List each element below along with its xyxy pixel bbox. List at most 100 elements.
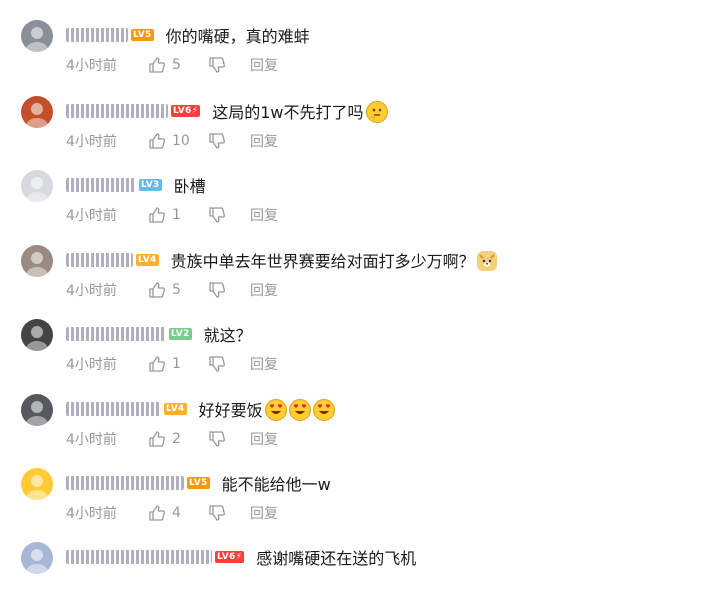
like-button[interactable]: 1 (148, 355, 208, 373)
doge-emoji-icon (476, 251, 497, 271)
thumbs-down-icon (208, 430, 232, 448)
comment-text: 能不能给他一w (221, 475, 331, 494)
like-count: 5 (172, 282, 181, 298)
like-count: 1 (172, 207, 181, 223)
comment-header: LV5 你的嘴硬，真的难蚌 (66, 22, 310, 48)
heart-eyes-emoji-icon (288, 399, 311, 421)
like-button[interactable]: 5 (148, 56, 208, 74)
user-level-badge: LV6⚡ (171, 105, 201, 117)
thumbs-down-icon (208, 504, 232, 522)
comment-meta: 4小时前 5 回复 (66, 54, 278, 76)
username-blurred[interactable] (66, 550, 212, 564)
comment-time: 4小时前 (66, 357, 117, 373)
reply-button[interactable]: 回复 (250, 429, 278, 449)
comment-item: LV2 就这？ 4小时前 1 回复 (0, 313, 702, 383)
user-level-badge: LV3 (139, 179, 162, 191)
thumbs-up-icon (148, 132, 172, 150)
like-button[interactable]: 4 (148, 504, 208, 522)
comment-item: LV5 能不能给他一w 4小时前 4 回复 (0, 462, 702, 532)
dislike-button[interactable] (208, 430, 250, 448)
like-button[interactable]: 5 (148, 281, 208, 299)
comment-text: 就这？ (203, 326, 252, 345)
comment-time: 4小时前 (66, 432, 117, 448)
like-count: 2 (172, 431, 181, 447)
comment-header: LV5 能不能给他一w (66, 470, 331, 496)
thumbs-down-icon (208, 132, 232, 150)
comment-meta: 4小时前 2 回复 (66, 428, 278, 450)
comment-item: LV5 你的嘴硬，真的难蚌 4小时前 5 回复 (0, 14, 702, 84)
comment-text: 这局的1w不先打了吗 (212, 99, 388, 123)
like-button[interactable]: 1 (148, 206, 208, 224)
dislike-button[interactable] (208, 56, 250, 74)
thumbs-up-icon (148, 281, 172, 299)
dislike-button[interactable] (208, 132, 250, 150)
reply-button[interactable]: 回复 (250, 354, 278, 374)
username-blurred[interactable] (66, 178, 136, 192)
comment-time: 4小时前 (66, 58, 117, 74)
reply-button[interactable]: 回复 (250, 205, 278, 225)
user-level-badge: LV6⚡ (215, 551, 245, 563)
username-blurred[interactable] (66, 327, 166, 341)
thumbs-down-icon (208, 355, 232, 373)
avatar[interactable] (21, 394, 53, 426)
thumbs-up-icon (148, 56, 172, 74)
comment-meta: 4小时前 1 回复 (66, 204, 278, 226)
like-button[interactable]: 2 (148, 430, 208, 448)
comment-item: LV4 好好要饭 4小时前 2 回复 (0, 388, 702, 458)
avatar[interactable] (21, 245, 53, 277)
thumbs-down-icon (208, 281, 232, 299)
like-count: 1 (172, 356, 181, 372)
thumbs-up-icon (148, 430, 172, 448)
comment-header: LV2 就这？ (66, 321, 252, 347)
dislike-button[interactable] (208, 281, 250, 299)
dislike-button[interactable] (208, 206, 250, 224)
reply-button[interactable]: 回复 (250, 280, 278, 300)
comment-item: LV4 贵族中单去年世界赛要给对面打多少万啊？ 4小时前 5 回复 (0, 239, 702, 309)
user-level-badge: LV5 (187, 477, 210, 489)
avatar[interactable] (21, 542, 53, 574)
comment-time: 4小时前 (66, 208, 117, 224)
avatar[interactable] (21, 96, 53, 128)
dislike-button[interactable] (208, 504, 250, 522)
comment-time: 4小时前 (66, 283, 117, 299)
avatar[interactable] (21, 468, 53, 500)
comment-list: LV5 你的嘴硬，真的难蚌 4小时前 5 回复 LV6⚡ 这局的1w不先打了吗 (0, 0, 702, 574)
avatar[interactable] (21, 20, 53, 52)
username-blurred[interactable] (66, 104, 168, 118)
dislike-button[interactable] (208, 355, 250, 373)
comment-text: 感谢嘴硬还在送的飞机 (256, 549, 417, 568)
comment-meta: 4小时前 10 回复 (66, 130, 278, 152)
reply-button[interactable]: 回复 (250, 131, 278, 151)
username-blurred[interactable] (66, 402, 161, 416)
comment-text: 你的嘴硬，真的难蚌 (165, 27, 310, 46)
like-count: 10 (172, 133, 190, 149)
comment-text: 好好要饭 (199, 397, 335, 421)
reply-button[interactable]: 回复 (250, 503, 278, 523)
user-level-badge: LV2 (169, 328, 192, 340)
username-blurred[interactable] (66, 476, 184, 490)
comment-header: LV3 卧槽 (66, 172, 206, 198)
user-level-badge: LV5 (131, 29, 154, 41)
comment-meta: 4小时前 1 回复 (66, 353, 278, 375)
comment-header: LV6⚡ 感谢嘴硬还在送的飞机 (66, 544, 416, 570)
like-count: 5 (172, 57, 181, 73)
comment-meta: 4小时前 5 回复 (66, 279, 278, 301)
thumbs-up-icon (148, 355, 172, 373)
comment-meta: 4小时前 4 回复 (66, 502, 278, 524)
thumbs-up-icon (148, 504, 172, 522)
like-button[interactable]: 10 (148, 132, 208, 150)
comment-header: LV4 贵族中单去年世界赛要给对面打多少万啊？ (66, 247, 497, 273)
user-level-badge: LV4 (136, 254, 159, 266)
username-blurred[interactable] (66, 253, 133, 267)
avatar[interactable] (21, 319, 53, 351)
heart-eyes-emoji-icon (264, 399, 287, 421)
comment-header: LV4 好好要饭 (66, 396, 335, 422)
avatar[interactable] (21, 170, 53, 202)
reply-button[interactable]: 回复 (250, 55, 278, 75)
thumbs-up-icon (148, 206, 172, 224)
username-blurred[interactable] (66, 28, 128, 42)
comment-time: 4小时前 (66, 506, 117, 522)
user-level-badge: LV4 (164, 403, 187, 415)
comment-item: LV6⚡ 感谢嘴硬还在送的飞机 (0, 536, 702, 606)
thumbs-down-icon (208, 206, 232, 224)
